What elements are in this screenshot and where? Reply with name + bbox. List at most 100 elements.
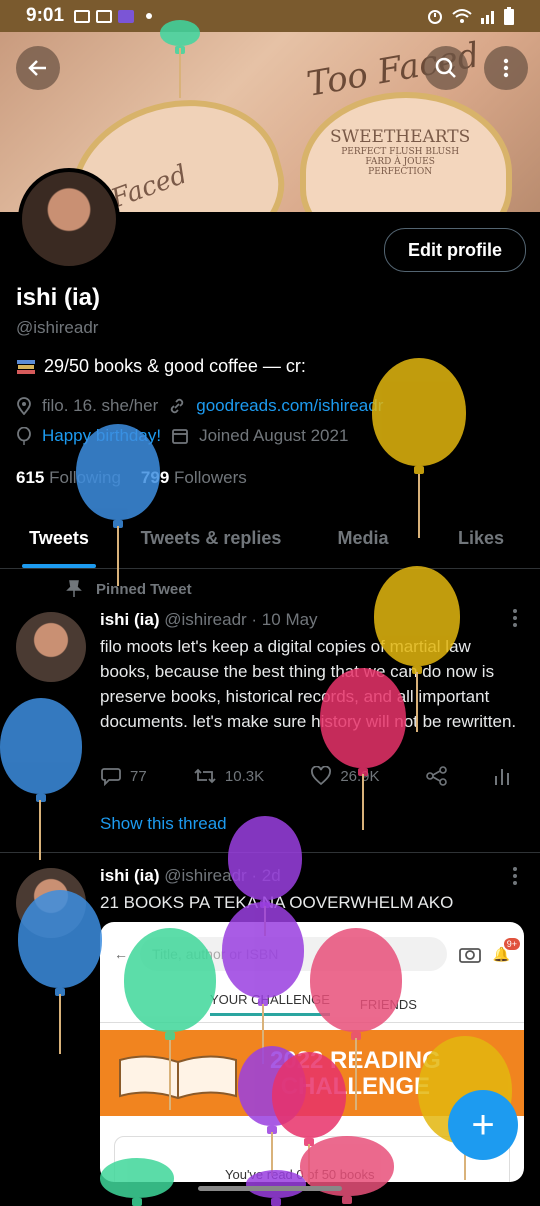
balloon-string — [416, 672, 418, 732]
edit-profile-button[interactable]: Edit profile — [384, 228, 526, 272]
search-button[interactable] — [424, 46, 468, 90]
tweet-text: 21 BOOKS PA TEKA NA OOVERWHELM AKO — [100, 893, 454, 912]
balloon-string — [117, 526, 119, 586]
status-time: 9:01 — [26, 5, 65, 26]
notification-icons — [74, 9, 153, 23]
balloon — [372, 358, 466, 466]
tweet-text: filo moots let's keep a digital copies o… — [100, 637, 517, 731]
share-icon — [425, 766, 447, 786]
balloon — [222, 902, 304, 998]
tab-likes[interactable]: Likes — [422, 508, 540, 568]
followers-label: Followers — [174, 468, 247, 487]
pin-icon — [66, 580, 82, 597]
tab-tweets[interactable]: Tweets — [0, 508, 118, 568]
calendar-icon — [172, 429, 188, 444]
reply-count: 77 — [130, 767, 147, 785]
balloon-icon — [17, 427, 31, 445]
balloon — [124, 928, 216, 1032]
tweet-header: ishi (ia) @ishireadr · 10 May — [100, 610, 318, 630]
heart-icon — [311, 766, 332, 786]
reply-icon — [101, 768, 121, 786]
back-button[interactable] — [16, 46, 60, 90]
balloon — [18, 890, 102, 988]
analytics-icon — [494, 769, 509, 785]
retweet-button[interactable]: 10.3K — [193, 766, 264, 786]
tweet-more-button[interactable] — [512, 866, 518, 892]
camera-icon — [458, 948, 481, 963]
more-vertical-icon — [513, 609, 517, 627]
balloon-string — [418, 474, 420, 538]
banner-product-sub2: FARD À JOUES — [365, 157, 435, 167]
like-button[interactable]: 26.9K — [310, 766, 380, 786]
more-vertical-icon — [503, 58, 509, 78]
pinned-label: Pinned Tweet — [66, 580, 192, 598]
compose-tweet-button[interactable]: + — [448, 1090, 518, 1160]
wifi-icon — [452, 9, 472, 23]
bell-icon: 🔔 9+ — [493, 937, 520, 963]
tweet-author-name[interactable]: ishi (ia) — [100, 610, 160, 629]
search-icon — [435, 57, 456, 78]
balloon — [0, 698, 82, 794]
share-button[interactable] — [425, 766, 448, 786]
banner-product-text: SWEETHEARTS PERFECT FLUSH BLUSH FARD À J… — [330, 127, 470, 177]
following-count: 615 — [16, 468, 45, 487]
arrow-left-icon — [28, 60, 46, 76]
profile-meta-row-2: Happy birthday! Joined August 2021 — [16, 426, 348, 446]
alarm-icon — [428, 10, 442, 24]
video-icon — [96, 9, 113, 23]
balloon — [272, 1052, 346, 1138]
balloon — [228, 816, 302, 900]
balloon — [374, 566, 460, 666]
balloon-string — [39, 800, 41, 860]
balloon-string — [59, 994, 61, 1054]
tab-tweets-replies[interactable]: Tweets & replies — [118, 508, 304, 568]
profile-bio: 29/50 books & good coffee — cr: — [16, 356, 306, 377]
show-thread-link[interactable]: Show this thread — [100, 814, 227, 834]
tweet-author-name[interactable]: ishi (ia) — [100, 866, 160, 885]
reply-button[interactable]: 77 — [100, 766, 147, 786]
gallery-icon — [74, 9, 91, 23]
battery-icon — [504, 7, 514, 25]
link-icon — [171, 398, 184, 414]
tweet-more-button[interactable] — [512, 608, 518, 634]
profile-meta-row-1: filo. 16. she/her goodreads.com/ishiread… — [16, 396, 383, 416]
tab-media[interactable]: Media — [304, 508, 422, 568]
pinned-tweet-text: Pinned Tweet — [96, 580, 192, 598]
more-options-button[interactable] — [484, 46, 528, 90]
tweet-handle-time: @ishireadr · 10 May — [164, 610, 318, 629]
profile-bio-text: 29/50 books & good coffee — cr: — [44, 356, 306, 376]
profile-avatar[interactable] — [18, 168, 120, 270]
balloon — [76, 424, 160, 520]
app-icon — [118, 9, 135, 23]
retweet-count: 10.3K — [224, 767, 265, 785]
location-icon — [17, 397, 31, 415]
more-notifications-icon — [146, 13, 153, 19]
balloon — [246, 1170, 306, 1198]
balloon-string — [179, 48, 181, 98]
profile-name: ishi (ia) — [16, 284, 101, 311]
signal-icon — [481, 11, 494, 24]
profile-joined: Joined August 2021 — [199, 426, 349, 445]
books-icon — [17, 359, 35, 374]
arrow-left-icon: ← — [114, 946, 128, 962]
analytics-button[interactable] — [494, 766, 510, 786]
notification-badge: 9+ — [503, 937, 520, 950]
tweet-avatar[interactable] — [16, 612, 86, 682]
profile-location: filo. 16. she/her — [42, 396, 159, 415]
balloon — [100, 1158, 174, 1198]
home-indicator[interactable] — [198, 1186, 342, 1191]
banner-product-sub: PERFECT FLUSH BLUSH — [341, 147, 460, 157]
balloon-string — [362, 774, 364, 830]
balloon — [310, 928, 402, 1032]
book-icon — [119, 1055, 237, 1100]
profile-website-link[interactable]: goodreads.com/ishireadr — [196, 396, 383, 416]
balloon-string — [355, 1038, 357, 1110]
balloon — [320, 668, 406, 768]
balloon — [160, 20, 200, 46]
banner-product-sub3: PERFECTION — [368, 167, 433, 177]
balloon-string — [169, 1040, 171, 1110]
status-bar: 9:01 — [0, 0, 540, 32]
profile-tabs: Tweets Tweets & replies Media Likes — [0, 508, 540, 569]
profile-handle: @ishireadr — [16, 318, 99, 337]
tweet-actions: 77 10.3K 26.9K — [100, 766, 510, 786]
